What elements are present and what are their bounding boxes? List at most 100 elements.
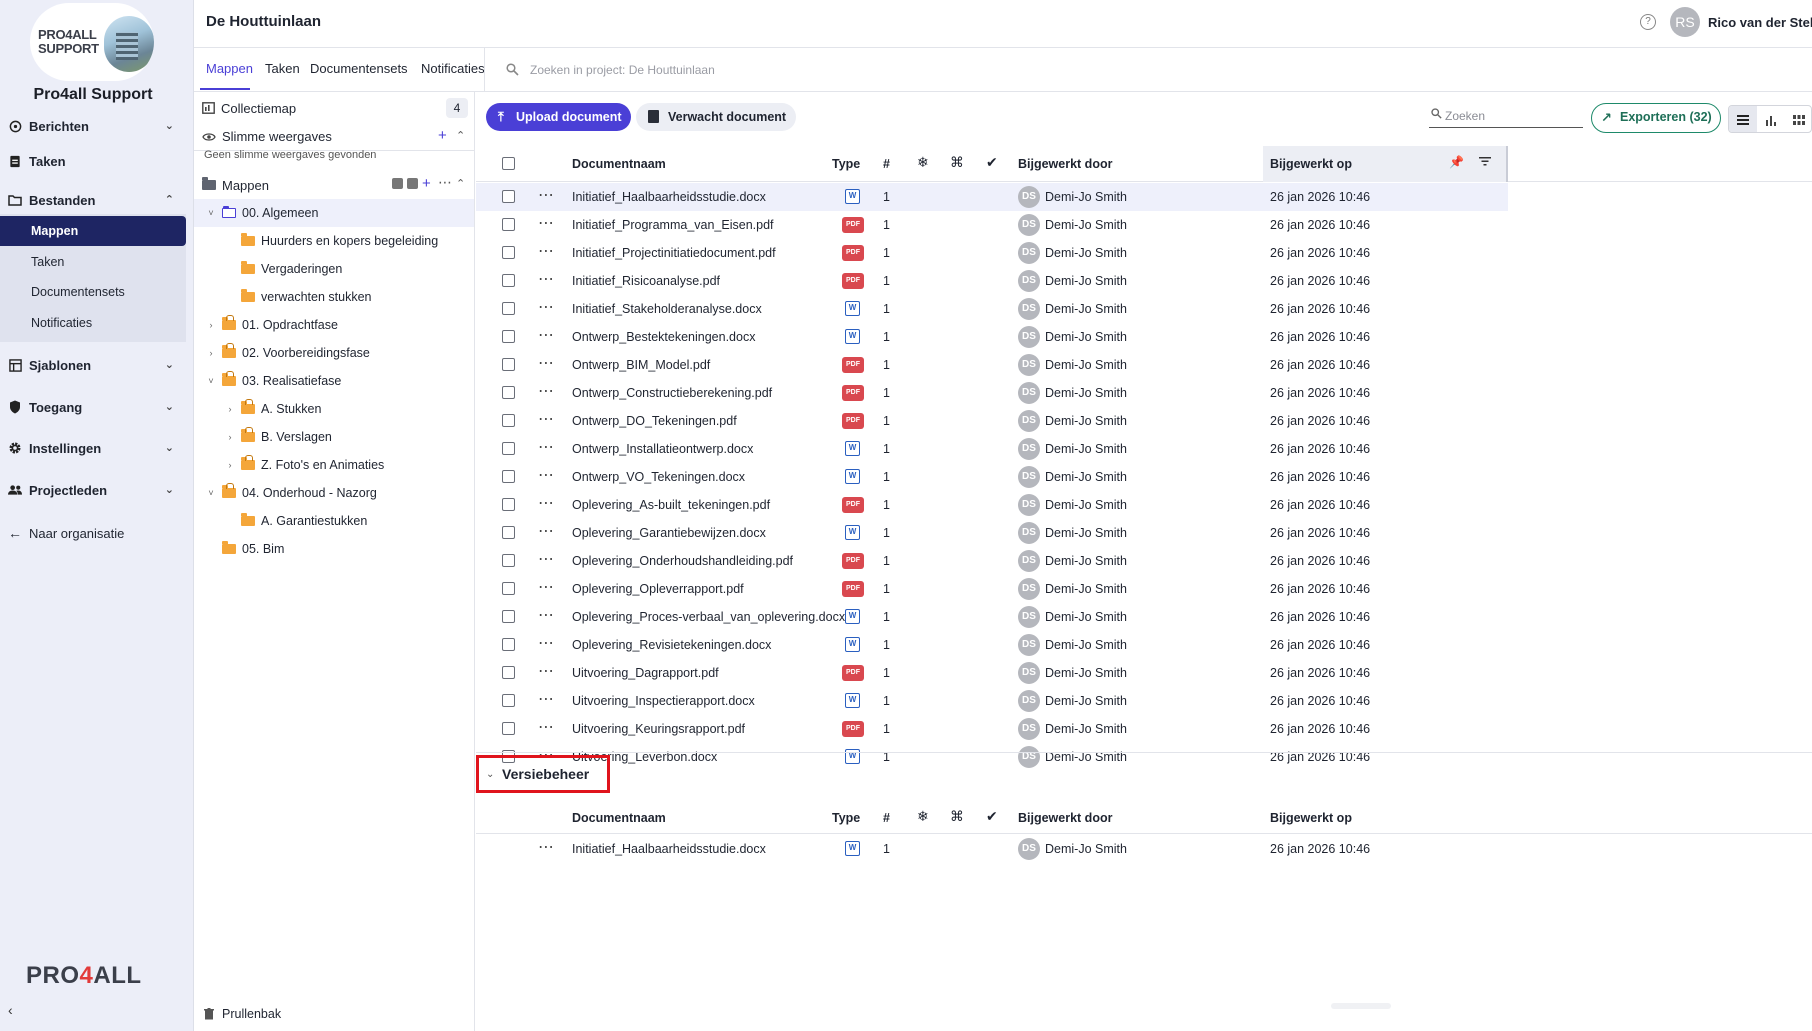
row-checkbox[interactable] [502, 190, 515, 203]
col-type[interactable]: Type [832, 157, 860, 171]
snowflake-icon[interactable]: ❄ [917, 154, 929, 171]
more-options-icon[interactable]: ⋯ [538, 549, 554, 569]
chart-view-icon[interactable] [1757, 106, 1785, 132]
document-name[interactable]: Initiatief_Risicoanalyse.pdf [572, 274, 720, 288]
table-row[interactable]: ⋯ Ontwerp_Installatieontwerp.docx W 1 DS Demi… [476, 435, 1812, 463]
document-name[interactable]: Initiatief_Haalbaarheidsstudie.docx [572, 842, 766, 856]
user-name[interactable]: Rico van der Stelt [1708, 15, 1812, 30]
upload-document-button[interactable]: ⤒ Upload document [486, 103, 631, 131]
chevron-down-icon[interactable]: ˅ [204, 488, 218, 498]
row-checkbox[interactable] [502, 442, 515, 455]
table-row[interactable]: ⋯ Initiatief_Haalbaarheidsstudie.docx W 1 DS… [476, 183, 1508, 211]
table-row[interactable]: ⋯ Initiatief_Programma_van_Eisen.pdf PDF 1 D… [476, 211, 1812, 239]
document-name[interactable]: Ontwerp_DO_Tekeningen.pdf [572, 414, 737, 428]
subnav-notificaties[interactable]: Notificaties [0, 308, 186, 338]
document-name[interactable]: Ontwerp_Bestektekeningen.docx [572, 330, 755, 344]
document-name[interactable]: Oplevering_As-built_tekeningen.pdf [572, 498, 770, 512]
document-name[interactable]: Uitvoering_Keuringsrapport.pdf [572, 722, 745, 736]
more-options-icon[interactable]: ⋯ [538, 409, 554, 429]
table-row[interactable]: ⋯ Uitvoering_Inspectierapport.docx W 1 DS Dem… [476, 687, 1812, 715]
chevron-down-icon[interactable]: ˅ [204, 208, 218, 218]
row-checkbox[interactable] [502, 582, 515, 595]
document-name[interactable]: Oplevering_Garantiebewijzen.docx [572, 526, 766, 540]
more-options-icon[interactable]: ⋯ [538, 241, 554, 261]
help-icon[interactable]: ? [1640, 14, 1656, 30]
row-checkbox[interactable] [502, 498, 515, 511]
table-row[interactable]: ⋯ Ontwerp_VO_Tekeningen.docx W 1 DS Demi-Jo S… [476, 463, 1812, 491]
chevron-right-icon[interactable]: › [223, 432, 237, 442]
nav-sjablonen[interactable]: Sjablonen ⌄ [0, 350, 186, 380]
row-checkbox[interactable] [502, 302, 515, 315]
document-name[interactable]: Uitvoering_Inspectierapport.docx [572, 694, 755, 708]
avatar[interactable]: RS [1670, 7, 1700, 37]
chevron-right-icon[interactable]: › [204, 320, 218, 330]
table-row[interactable]: ⋯ Uitvoering_Dagrapport.pdf PDF 1 DS Demi-Jo … [476, 659, 1812, 687]
folder-item[interactable]: ˅ 04. Onderhoud - Nazorg [194, 479, 474, 507]
col-bijgewerkt-door[interactable]: Bijgewerkt door [1018, 157, 1112, 171]
filter-icon[interactable] [1479, 155, 1491, 169]
more-options-icon[interactable]: ⋯ [538, 353, 554, 373]
table-row[interactable]: ⋯ Uitvoering_Leverbon.docx W 1 DS Demi-Jo Smi… [476, 743, 1812, 771]
col-bijgewerkt-op[interactable]: Bijgewerkt op 📌 [1263, 146, 1508, 182]
collapse-all-icon[interactable] [407, 178, 418, 189]
table-row[interactable]: ⋯ Ontwerp_Constructieberekening.pdf PDF 1 DS… [476, 379, 1812, 407]
more-options-icon[interactable]: ⋯ [538, 325, 554, 345]
table-row[interactable]: ⋯ Initiatief_Haalbaarheidsstudie.docx W 1 DS… [476, 835, 1812, 863]
row-checkbox[interactable] [502, 386, 515, 399]
row-checkbox[interactable] [502, 526, 515, 539]
folder-item[interactable]: › Z. Foto's en Animaties [194, 451, 474, 479]
nav-berichten[interactable]: Berichten ⌄ [0, 111, 186, 141]
row-checkbox[interactable] [502, 358, 515, 371]
row-checkbox[interactable] [502, 610, 515, 623]
chevron-right-icon[interactable]: › [204, 348, 218, 358]
table-row[interactable]: ⋯ Oplevering_As-built_tekeningen.pdf PDF 1 D… [476, 491, 1812, 519]
more-options-icon[interactable]: ⋯ [538, 437, 554, 457]
nav-naar-organisatie[interactable]: ← Naar organisatie [0, 518, 186, 548]
export-button[interactable]: ↗ Exporteren (32) [1591, 103, 1721, 133]
sync-icon[interactable] [392, 178, 403, 189]
row-checkbox[interactable] [502, 414, 515, 427]
nav-toegang[interactable]: Toegang ⌄ [0, 392, 186, 422]
folder-item[interactable]: Vergaderingen [194, 255, 474, 283]
folder-item[interactable]: › A. Stukken [194, 395, 474, 423]
row-checkbox[interactable] [502, 470, 515, 483]
nav-instellingen[interactable]: Instellingen ⌄ [0, 433, 186, 463]
table-row[interactable]: ⋯ Oplevering_Onderhoudshandleiding.pdf PDF… [476, 547, 1812, 575]
pin-icon[interactable]: 📌 [1449, 155, 1464, 169]
more-options-icon[interactable]: ⋯ [538, 837, 554, 857]
more-options-icon[interactable]: ⋯ [538, 381, 554, 401]
subnav-taken[interactable]: Taken [0, 247, 186, 277]
more-options-icon[interactable]: ⋯ [538, 213, 554, 233]
row-checkbox[interactable] [502, 694, 515, 707]
more-options-icon[interactable]: ⋯ [438, 174, 452, 191]
table-row[interactable]: ⋯ Initiatief_Projectinitiatiedocument.pdf… [476, 239, 1812, 267]
row-checkbox[interactable] [502, 666, 515, 679]
table-row[interactable]: ⋯ Oplevering_Opleverrapport.pdf PDF 1 DS Demi… [476, 575, 1812, 603]
subnav-documentensets[interactable]: Documentensets [0, 277, 186, 307]
chevron-up-icon[interactable]: ⌃ [456, 129, 465, 142]
table-row[interactable]: ⋯ Uitvoering_Keuringsrapport.pdf PDF 1 DS Dem… [476, 715, 1812, 743]
document-name[interactable]: Ontwerp_Installatieontwerp.docx [572, 442, 753, 456]
more-options-icon[interactable]: ⋯ [538, 493, 554, 513]
check-circle-icon[interactable]: ✔ [986, 154, 998, 171]
document-name[interactable]: Uitvoering_Dagrapport.pdf [572, 666, 719, 680]
chevron-right-icon[interactable]: › [223, 404, 237, 414]
scrollbar[interactable] [1331, 1003, 1391, 1009]
folder-item[interactable]: A. Garantiestukken [194, 507, 474, 535]
document-name[interactable]: Initiatief_Haalbaarheidsstudie.docx [572, 190, 766, 204]
table-row[interactable]: ⋯ Oplevering_Revisietekeningen.docx W 1 DS De… [476, 631, 1812, 659]
more-options-icon[interactable]: ⋯ [538, 605, 554, 625]
select-all-checkbox[interactable] [502, 157, 515, 170]
folder-item[interactable]: ˅ 00. Algemeen [194, 199, 474, 227]
document-name[interactable]: Oplevering_Onderhoudshandleiding.pdf [572, 554, 793, 568]
row-checkbox[interactable] [502, 638, 515, 651]
folder-item[interactable]: 05. Bim [194, 535, 474, 563]
folder-item[interactable]: › 02. Voorbereidingsfase [194, 339, 474, 367]
document-name[interactable]: Oplevering_Opleverrapport.pdf [572, 582, 744, 596]
more-options-icon[interactable]: ⋯ [538, 465, 554, 485]
folder-item[interactable]: › 01. Opdrachtfase [194, 311, 474, 339]
add-folder-icon[interactable]: + [422, 175, 431, 192]
collection-folder[interactable]: Collectiemap 4 [194, 94, 474, 122]
table-row[interactable]: ⋯ Initiatief_Stakeholderanalyse.docx W 1 DS D… [476, 295, 1812, 323]
more-options-icon[interactable]: ⋯ [538, 717, 554, 737]
